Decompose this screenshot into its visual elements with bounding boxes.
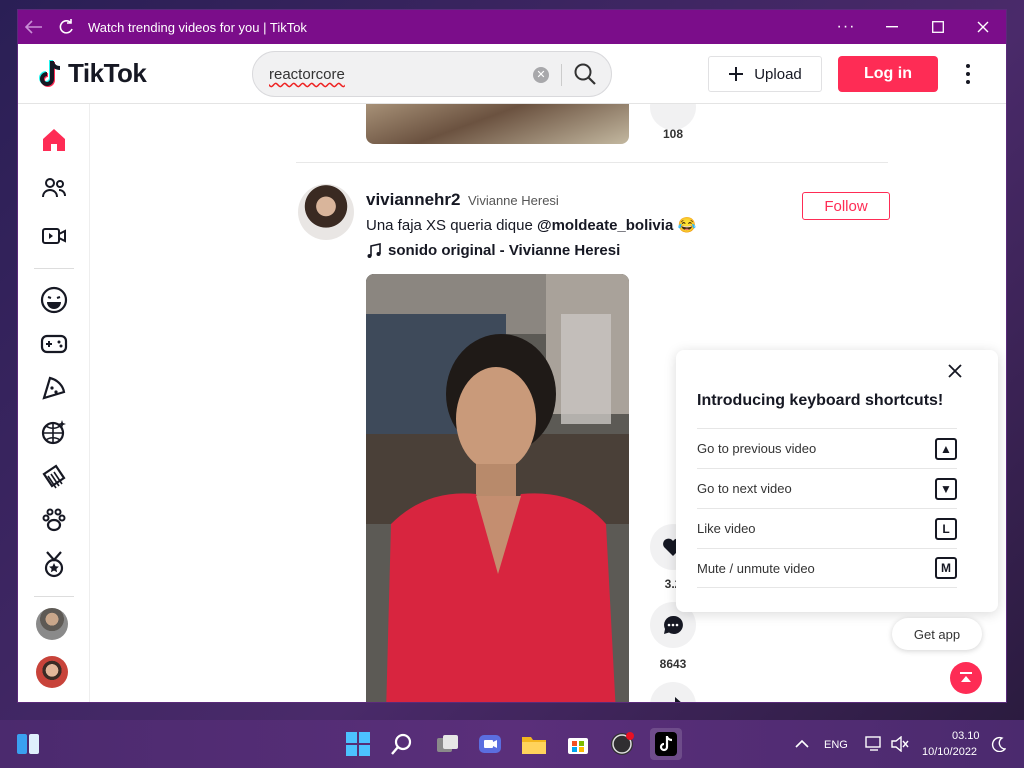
shortcut-row: Go to next video ▼: [697, 468, 957, 508]
search-bar[interactable]: reactorcore ✕: [252, 51, 612, 97]
back-to-top-button[interactable]: [950, 662, 982, 694]
teams-chat-icon[interactable]: [474, 728, 506, 760]
close-button[interactable]: [960, 10, 1006, 44]
live-icon[interactable]: [38, 220, 70, 252]
l-key-icon: L: [935, 517, 957, 540]
widgets-icon[interactable]: [12, 728, 44, 760]
music-title: sonido original - Vivianne Heresi: [388, 242, 621, 259]
task-view-icon[interactable]: [432, 728, 464, 760]
comedy-icon[interactable]: [38, 284, 70, 316]
post-separator: [296, 162, 888, 163]
post-avatar[interactable]: [298, 184, 354, 240]
post-nickname: Vivianne Heresi: [468, 193, 559, 208]
comment-icon: [664, 615, 683, 634]
follow-button[interactable]: Follow: [802, 192, 890, 220]
plus-icon: [729, 67, 744, 81]
refresh-icon[interactable]: [50, 10, 82, 44]
app-window: Watch trending videos for you | TikTok ·…: [18, 10, 1006, 702]
post-music[interactable]: sonido original - Vivianne Heresi: [366, 242, 620, 259]
window-title: Watch trending videos for you | TikTok: [88, 19, 307, 35]
file-explorer-icon[interactable]: [518, 728, 550, 760]
sidebar-divider: [34, 596, 74, 597]
clock-date[interactable]: 10/10/2022: [922, 746, 977, 758]
arrow-down-key-icon: ▼: [935, 477, 957, 500]
search-icon[interactable]: [573, 62, 599, 88]
shortcut-label: Go to previous video: [697, 441, 817, 456]
post-username[interactable]: viviannehr2: [366, 190, 461, 210]
clear-search-icon[interactable]: ✕: [533, 67, 549, 83]
login-button[interactable]: Log in: [838, 56, 938, 92]
arrow-up-icon: [960, 672, 972, 682]
focus-assist-moon-icon[interactable]: [982, 728, 1014, 760]
shortcut-label: Go to next video: [697, 481, 792, 496]
shortcut-label: Mute / unmute video: [697, 560, 815, 576]
previous-like-count: 108: [662, 127, 684, 141]
language-indicator[interactable]: ENG: [824, 739, 848, 751]
animals-icon[interactable]: [38, 504, 70, 536]
minimize-button[interactable]: [869, 10, 915, 44]
shortcut-row: Mute / unmute video M: [697, 548, 957, 588]
obs-studio-icon[interactable]: [606, 728, 638, 760]
tiktok-logo-icon: [39, 59, 61, 87]
dance-icon[interactable]: [38, 416, 70, 448]
suggested-account-avatar[interactable]: [36, 608, 68, 640]
share-button[interactable]: [650, 682, 696, 702]
gaming-icon[interactable]: [38, 328, 70, 360]
more-options-icon[interactable]: ···: [823, 10, 869, 44]
post-caption: Una faja XS queria dique @moldeate_boliv…: [366, 216, 696, 234]
tiktok-taskbar-icon[interactable]: [650, 728, 682, 760]
share-icon: [675, 697, 681, 702]
caption-text: Una faja XS queria dique: [366, 217, 537, 234]
tiktok-logo[interactable]: TikTok: [38, 58, 147, 89]
food-icon[interactable]: [38, 372, 70, 404]
following-icon[interactable]: [38, 172, 70, 204]
music-note-icon: [367, 242, 381, 258]
upload-button[interactable]: Upload: [708, 56, 822, 92]
shortcut-row: Like video L: [697, 508, 957, 548]
search-taskbar-icon[interactable]: [386, 728, 418, 760]
caption-emoji: 😂: [677, 217, 697, 234]
previous-video-thumbnail[interactable]: [366, 104, 629, 144]
start-icon[interactable]: [342, 728, 374, 760]
close-panel-icon[interactable]: [948, 364, 964, 380]
arrow-up-key-icon: ▲: [935, 437, 957, 460]
back-arrow-icon[interactable]: [18, 10, 50, 44]
upload-label: Upload: [754, 65, 802, 83]
sidebar-divider: [34, 268, 74, 269]
comment-count: 8643: [659, 657, 687, 671]
get-app-button[interactable]: Get app: [892, 618, 982, 650]
home-icon[interactable]: [38, 124, 70, 156]
suggested-account-avatar[interactable]: [36, 656, 68, 688]
shortcuts-title: Introducing keyboard shortcuts!: [697, 392, 944, 409]
video-frame: [366, 274, 629, 702]
sports-icon[interactable]: [38, 548, 70, 580]
m-key-icon: M: [935, 557, 957, 579]
search-divider: [561, 64, 562, 86]
shortcut-row: Go to previous video ▲: [697, 428, 957, 468]
microsoft-store-icon[interactable]: [562, 728, 594, 760]
logo-text: TikTok: [68, 58, 147, 88]
volume-muted-icon[interactable]: [884, 728, 916, 760]
title-bar: Watch trending videos for you | TikTok ·…: [18, 10, 1006, 44]
clock-time[interactable]: 03.10: [952, 730, 980, 742]
shortcut-label: Like video: [697, 521, 756, 536]
show-hidden-icons-chevron-icon[interactable]: [786, 728, 818, 760]
beauty-icon[interactable]: [38, 460, 70, 492]
site-header: TikTok reactorcore ✕ I Upload Log in: [18, 44, 1006, 121]
taskbar: ENG 03.10 10/10/2022: [0, 720, 1024, 768]
kebab-menu-icon[interactable]: [962, 62, 974, 86]
sidebar: [18, 104, 90, 702]
maximize-button[interactable]: [915, 10, 961, 44]
search-input[interactable]: reactorcore: [269, 66, 345, 83]
caption-mention-link[interactable]: @moldeate_bolivia: [537, 217, 673, 234]
keyboard-shortcuts-panel: Introducing keyboard shortcuts! Go to pr…: [676, 350, 998, 612]
video-player[interactable]: [366, 274, 629, 702]
